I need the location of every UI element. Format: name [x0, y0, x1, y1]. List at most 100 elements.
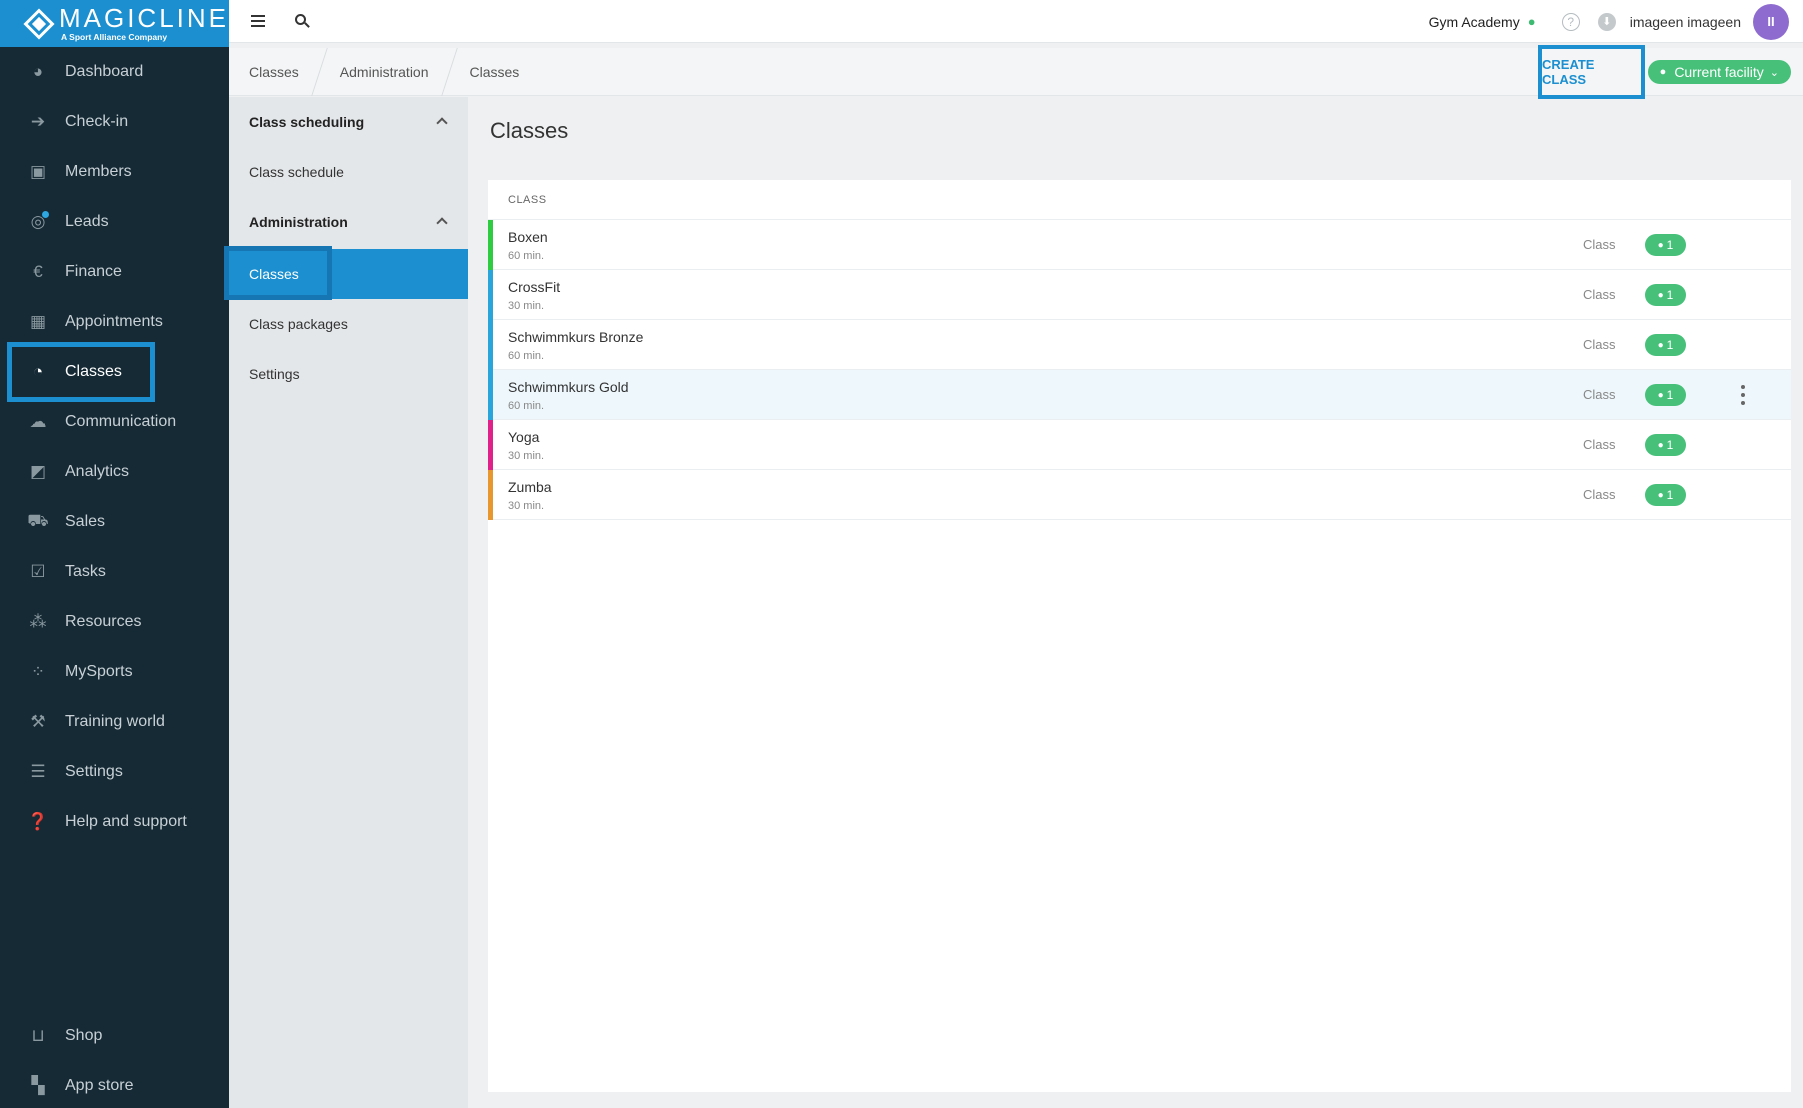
breadcrumb-item-administration[interactable]: Administration [320, 48, 449, 96]
current-facility-dropdown[interactable]: ● Current facility ⌄ [1647, 60, 1791, 84]
class-name: Schwimmkurs Gold [508, 379, 629, 395]
topbar: Gym Academy ● ? ⬇ imageen imageen II [229, 0, 1803, 43]
table-row[interactable]: Schwimmkurs Gold 60 min. Class ● 1 [488, 370, 1791, 420]
app-store-icon: ▚ [31, 1076, 45, 1095]
brand-tagline: A Sport Alliance Company [60, 32, 168, 43]
sidebar-item-finance[interactable]: € Finance [0, 247, 229, 297]
search-icon[interactable] [295, 14, 310, 28]
brand-logo[interactable]: MAGICLINE A Sport Alliance Company [0, 0, 229, 47]
menu-toggle-icon[interactable] [251, 15, 265, 27]
class-type: Class [1583, 237, 1616, 252]
table-row[interactable]: CrossFit 30 min. Class ● 1 [488, 270, 1791, 320]
cart-icon: ⛟ [27, 511, 49, 530]
section-class-scheduling[interactable]: Class scheduling [229, 97, 468, 147]
facility-count-badge[interactable]: ● 1 [1645, 434, 1686, 456]
chat-icon: ☁ [29, 412, 47, 431]
sidebar-item-leads[interactable]: ◎ Leads [0, 197, 229, 247]
chevron-down-icon: ⌄ [1769, 66, 1779, 79]
table-row[interactable]: Yoga 30 min. Class ● 1 [488, 420, 1791, 470]
sidebar-item-check-in[interactable]: ➔ Check-in [0, 97, 229, 147]
sub-navigation: Class scheduling Class schedule Administ… [224, 97, 468, 1108]
sidebar-item-tasks[interactable]: ☑ Tasks [0, 547, 229, 597]
gym-name[interactable]: Gym Academy [1429, 14, 1520, 30]
column-header-class[interactable]: CLASS [488, 180, 1791, 220]
sidebar-item-analytics[interactable]: ◩ Analytics [0, 447, 229, 497]
sidebar-item-label: MySports [65, 663, 133, 680]
dumbbell-icon: ⚒ [30, 712, 46, 731]
calendar-icon: ▦ [29, 312, 47, 331]
location-pin-icon: ● [1657, 489, 1664, 501]
class-name: Zumba [508, 479, 552, 495]
class-color-bar [488, 220, 493, 270]
sidebar-item-shop[interactable]: ⊔ Shop [0, 1011, 229, 1061]
facility-count-badge[interactable]: ● 1 [1645, 484, 1686, 506]
sidebar-item-settings[interactable]: ☰ Settings [0, 747, 229, 797]
section-label: Class scheduling [249, 114, 365, 130]
sidebar-item-training-world[interactable]: ⚒ Training world [0, 697, 229, 747]
dashboard-icon: ◕ [32, 62, 44, 81]
sidebar-item-label: Training world [65, 713, 165, 730]
subnav-item-class-schedule[interactable]: Class schedule [229, 147, 468, 197]
subnav-item-settings[interactable]: Settings [229, 349, 468, 399]
sidebar-item-communication[interactable]: ☁ Communication [0, 397, 229, 447]
facility-count: 1 [1666, 488, 1674, 502]
facility-count: 1 [1666, 438, 1674, 452]
table-row[interactable]: Zumba 30 min. Class ● 1 [488, 470, 1791, 520]
sidebar-item-members[interactable]: ▣ Members [0, 147, 229, 197]
sidebar-item-classes[interactable]: ◔ Classes [0, 347, 229, 397]
sidebar-item-label: Tasks [65, 563, 106, 580]
class-duration: 30 min. [508, 450, 545, 462]
table-row[interactable]: Boxen 60 min. Class ● 1 [488, 220, 1791, 270]
tasks-icon: ☑ [30, 562, 46, 581]
stopwatch-icon: ◔ [32, 362, 44, 381]
subnav-item-class-packages[interactable]: Class packages [229, 299, 468, 349]
facility-count-badge[interactable]: ● 1 [1645, 284, 1686, 306]
facility-count-badge[interactable]: ● 1 [1645, 234, 1686, 256]
location-pin-icon: ● [1657, 289, 1664, 301]
sidebar-item-label: Resources [65, 613, 142, 630]
notification-dot [42, 211, 49, 218]
sidebar-item-help-and-support[interactable]: ❓ Help and support [0, 797, 229, 847]
sidebar-item-sales[interactable]: ⛟ Sales [0, 497, 229, 547]
help-circle-icon[interactable]: ? [1561, 12, 1580, 31]
sidebar-item-resources[interactable]: ⁂ Resources [0, 597, 229, 647]
class-name: Boxen [508, 229, 548, 245]
class-color-bar [488, 320, 493, 370]
brand-name: MAGICLINE [58, 3, 229, 34]
sidebar-item-label: Appointments [65, 313, 163, 330]
breadcrumb: Classes Administration Classes CREATE CL… [229, 45, 1803, 99]
location-pin-icon: ● [1657, 439, 1664, 451]
user-name[interactable]: imageen imageen [1630, 14, 1741, 30]
sidebar-item-appointments[interactable]: ▦ Appointments [0, 297, 229, 347]
breadcrumb-item-classes[interactable]: Classes [229, 48, 319, 96]
section-administration[interactable]: Administration [229, 197, 468, 247]
sidebar-item-app-store[interactable]: ▚ App store [0, 1061, 229, 1108]
facility-count: 1 [1666, 338, 1674, 352]
sidebar-item-dashboard[interactable]: ◕ Dashboard [0, 47, 229, 97]
subnav-item-classes[interactable]: Classes [224, 246, 468, 300]
class-color-bar [488, 270, 493, 320]
main-sidebar: MAGICLINE A Sport Alliance Company ◕ Dash… [0, 0, 229, 1108]
facility-label: Current facility [1674, 64, 1764, 80]
class-name: CrossFit [508, 279, 561, 295]
chevron-up-icon [436, 117, 448, 129]
table-row[interactable]: Schwimmkurs Bronze 60 min. Class ● 1 [488, 320, 1791, 370]
sidebar-item-label: Dashboard [65, 63, 144, 80]
class-type: Class [1583, 487, 1616, 502]
more-options-icon[interactable] [1740, 385, 1746, 405]
class-duration: 60 min. [508, 250, 545, 262]
sidebar-item-mysports[interactable]: ⁘ MySports [0, 647, 229, 697]
sidebar-item-label: Check-in [65, 113, 129, 130]
class-type: Class [1583, 437, 1616, 452]
class-type: Class [1583, 337, 1616, 352]
chevron-up-icon [436, 217, 448, 229]
facility-count-badge[interactable]: ● 1 [1645, 384, 1686, 406]
breadcrumb-item-current: Classes [469, 63, 520, 80]
avatar[interactable]: II [1753, 3, 1789, 40]
class-duration: 30 min. [508, 300, 545, 312]
create-class-button[interactable]: CREATE CLASS [1538, 45, 1645, 99]
class-name: Schwimmkurs Bronze [508, 329, 644, 345]
facility-count-badge[interactable]: ● 1 [1645, 334, 1686, 356]
location-pin-icon: ● [1659, 66, 1667, 78]
download-icon[interactable]: ⬇ [1597, 12, 1616, 31]
